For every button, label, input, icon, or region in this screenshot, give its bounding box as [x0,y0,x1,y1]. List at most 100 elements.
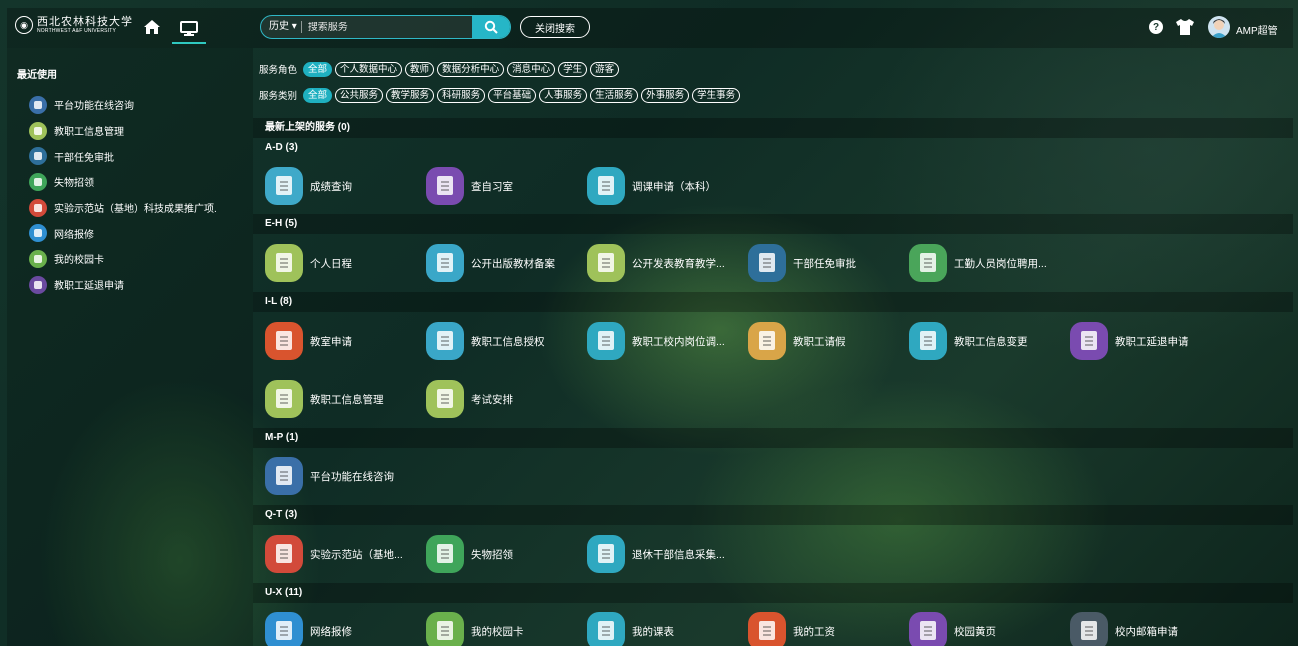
service-tile[interactable]: 干部任免审批 [748,243,856,283]
service-icon [426,612,464,646]
top-bar: ◉ 西北农林科技大学 NORTHWEST A&F UNIVERSITY 历史 ▾… [7,8,1293,48]
service-label: 公开发表教育教学... [632,257,725,270]
service-label: 实验示范站（基地... [310,548,403,561]
service-label: 校内邮箱申请 [1115,625,1178,638]
logo-chinese-name: 西北农林科技大学 [37,15,133,28]
service-tile[interactable]: 网络报修 [265,611,352,646]
service-label: 查自习室 [471,180,513,193]
service-tile[interactable]: 实验示范站（基地... [265,534,403,574]
type-filter-chip[interactable]: 外事服务 [641,87,690,103]
service-tile[interactable]: 工勤人员岗位聘用... [909,243,1047,283]
type-filter-chip[interactable]: 学生事务 [692,87,741,103]
section-eh: E-H (5) [253,214,1293,234]
service-icon [587,244,625,282]
service-tile[interactable]: 校园黄页 [909,611,996,646]
service-tile[interactable]: 退休干部信息采集... [587,534,725,574]
sidebar-item-label: 我的校园卡 [54,255,104,267]
type-filter-chip[interactable]: 全部 [303,87,333,103]
service-tile[interactable]: 教室申请 [265,321,352,361]
sidebar-recent-item[interactable]: 实验示范站（基地）科技成果推广项. [29,195,217,221]
service-icon [909,612,947,646]
type-filter-chip[interactable]: 公共服务 [335,87,384,103]
sidebar-recent-item[interactable]: 平台功能在线咨询 [29,92,217,118]
service-tile[interactable]: 我的校园卡 [426,611,524,646]
role-filter-chip[interactable]: 全部 [303,61,333,77]
type-filter: 服务类别 全部 公共服务 教学服务 科研服务 平台基础 人事服务 生活服务 外事服务 学生事务 [259,87,743,103]
service-label: 公开出版教材备案 [471,257,555,270]
service-tile[interactable]: 教职工信息管理 [265,379,384,419]
service-icon [748,612,786,646]
close-search-button[interactable]: 关闭搜索 [520,16,590,38]
service-label: 退休干部信息采集... [632,548,725,561]
search-button[interactable] [472,16,510,38]
university-logo[interactable]: ◉ 西北农林科技大学 NORTHWEST A&F UNIVERSITY [15,16,133,34]
service-tile[interactable]: 我的课表 [587,611,674,646]
username-label[interactable]: AMP超管 [1236,22,1278,37]
service-tile[interactable]: 教职工信息授权 [426,321,545,361]
search-input[interactable] [301,21,472,33]
service-label: 个人日程 [310,257,352,270]
service-icon [1070,322,1108,360]
service-tile[interactable]: 教职工延退申请 [1070,321,1189,361]
sidebar-recent-item[interactable]: 教职工信息管理 [29,118,217,144]
service-tile[interactable]: 校内邮箱申请 [1070,611,1178,646]
section-il: I-L (8) [253,292,1293,312]
service-label: 校园黄页 [954,625,996,638]
sidebar-recent-item[interactable]: 失物招领 [29,169,217,195]
service-tile[interactable]: 我的工资 [748,611,835,646]
service-label: 成绩查询 [310,180,352,193]
service-label: 我的工资 [793,625,835,638]
service-tile[interactable]: 调课申请（本科） [587,166,716,206]
service-tile[interactable]: 公开出版教材备案 [426,243,555,283]
section-ux: U-X (11) [253,583,1293,603]
search-bar: 历史 ▾ [260,15,511,39]
role-filter-chip[interactable]: 个人数据中心 [335,61,403,77]
service-icon [587,167,625,205]
sidebar-item-label: 网络报修 [54,229,94,241]
theme-shirt-icon[interactable] [1175,18,1195,36]
service-icon [587,322,625,360]
type-filter-chip[interactable]: 平台基础 [488,87,537,103]
service-tile[interactable]: 查自习室 [426,166,513,206]
role-filter-chip[interactable]: 游客 [590,61,620,77]
service-tile[interactable]: 平台功能在线咨询 [265,456,394,496]
role-filter-chip[interactable]: 数据分析中心 [437,61,505,77]
help-icon[interactable]: ? [1149,20,1163,34]
service-tile[interactable]: 教职工校内岗位调... [587,321,725,361]
type-filter-chip[interactable]: 人事服务 [539,87,588,103]
history-dropdown[interactable]: 历史 ▾ [261,21,302,33]
service-tile[interactable]: 失物招领 [426,534,513,574]
section-ad: A-D (3) [265,142,298,153]
service-icon [29,275,47,294]
service-icon [587,535,625,573]
sidebar-recent-item[interactable]: 干部任免审批 [29,143,217,169]
service-label: 教职工延退申请 [1115,335,1189,348]
home-icon[interactable] [142,18,162,36]
sidebar-title: 最近使用 [17,70,57,81]
sidebar-item-label: 教职工延退申请 [54,281,124,293]
type-filter-chip[interactable]: 科研服务 [437,87,486,103]
role-filter-chip[interactable]: 消息中心 [507,61,556,77]
sidebar-recent-item[interactable]: 网络报修 [29,220,217,246]
service-icon [265,380,303,418]
section-mp: M-P (1) [253,428,1293,448]
service-label: 调课申请（本科） [632,180,716,193]
type-filter-chip[interactable]: 生活服务 [590,87,639,103]
user-avatar[interactable] [1208,16,1230,38]
logo-english-name: NORTHWEST A&F UNIVERSITY [37,28,117,34]
sidebar-item-label: 干部任免审批 [54,152,114,164]
sidebar-recent-item[interactable]: 教职工延退申请 [29,272,217,298]
type-filter-chip[interactable]: 教学服务 [386,87,435,103]
role-filter-label: 服务角色 [259,65,298,76]
role-filter-chip[interactable]: 学生 [558,61,588,77]
service-tile[interactable]: 成绩查询 [265,166,352,206]
role-filter-chip[interactable]: 教师 [405,61,435,77]
sidebar-recent-item[interactable]: 我的校园卡 [29,246,217,272]
service-tile[interactable]: 教职工信息变更 [909,321,1028,361]
service-tile[interactable]: 教职工请假 [748,321,846,361]
desktop-icon[interactable] [172,16,206,44]
service-tile[interactable]: 考试安排 [426,379,513,419]
service-tile[interactable]: 公开发表教育教学... [587,243,725,283]
service-tile[interactable]: 个人日程 [265,243,352,283]
service-label: 失物招领 [471,548,513,561]
